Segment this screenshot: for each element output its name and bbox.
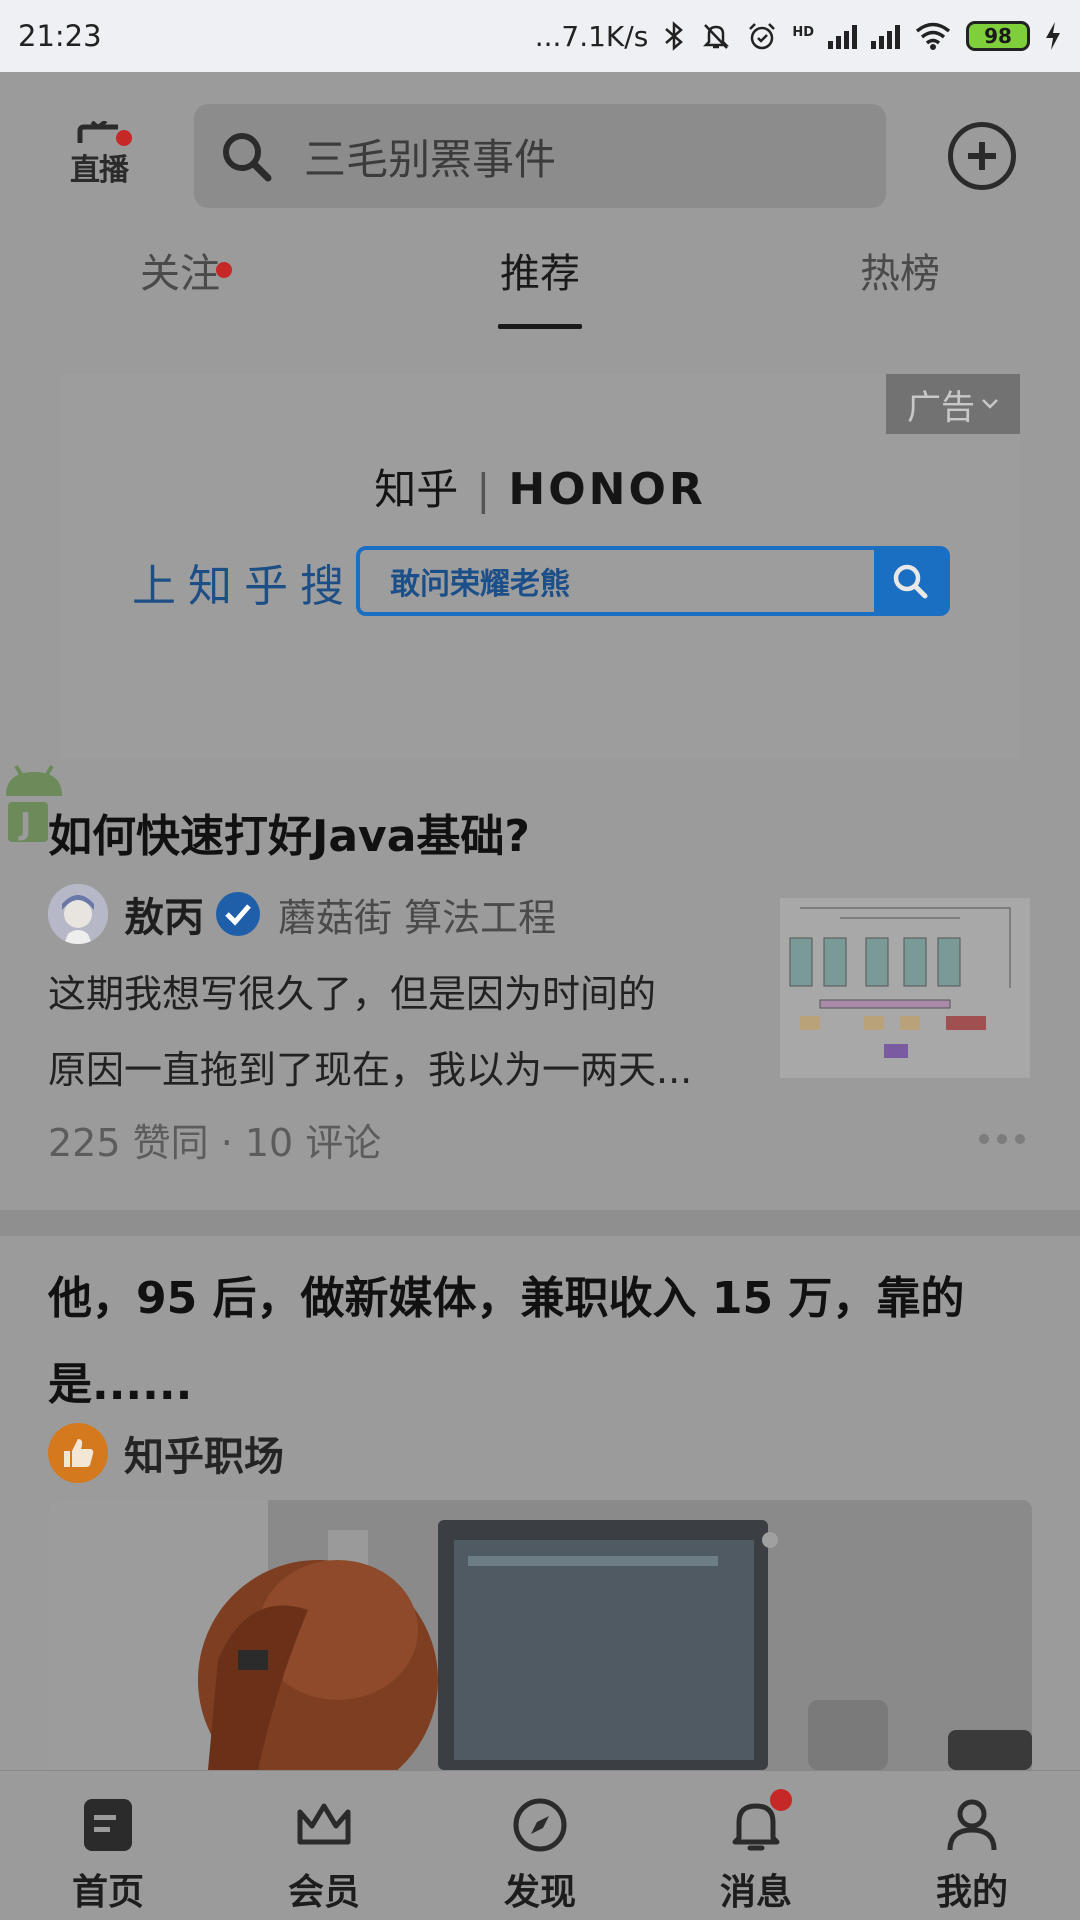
battery-level: 98 — [984, 24, 1012, 48]
dot — [979, 1134, 989, 1144]
author-row[interactable]: 敖丙 蘑菇街 算法工程 — [48, 884, 556, 944]
active-tab-indicator — [498, 324, 582, 329]
nav-label: 发现 — [503, 1872, 576, 1913]
search-icon — [194, 104, 298, 208]
search-icon — [893, 564, 928, 599]
nav-label: 会员 — [287, 1872, 360, 1913]
article-title[interactable]: 他，95 后，做新媒体，兼职收入 15 万，靠的是...... — [48, 1256, 1032, 1428]
ad-badge[interactable]: 广告 — [886, 374, 1020, 434]
bell-icon — [726, 1789, 792, 1855]
nav-profile[interactable]: 我的 — [864, 1771, 1080, 1920]
ad-search-query: 敢问荣耀老熊 — [390, 567, 570, 602]
nav-vip[interactable]: 会员 — [216, 1771, 432, 1920]
ad-brand-right: HONOR — [508, 464, 706, 515]
author-name[interactable]: 敖丙 — [124, 885, 204, 943]
signal-icon — [828, 23, 857, 49]
brand-separator: | — [476, 465, 491, 514]
wifi-icon — [915, 22, 951, 50]
compass-icon — [510, 1795, 570, 1855]
net-speed: ...7.1K/s — [534, 19, 649, 53]
status-bar: 21:23 ...7.1K/s HD 98 — [0, 0, 1080, 72]
tab-recommend[interactable]: 推荐 — [360, 210, 720, 330]
ad-search-label: 上知乎搜 — [132, 561, 356, 612]
messages-notification-dot — [770, 1789, 792, 1811]
search-input[interactable]: 三毛别罴事件 — [304, 126, 556, 187]
article-stats: 225 赞同 · 10 评论 — [48, 1121, 382, 1165]
ad-card[interactable]: 广告 知乎 | HONOR 上知乎搜 敢问荣耀老熊 — [60, 374, 1020, 758]
ad-badge-label: 广告 — [907, 387, 975, 428]
signal-icon — [871, 23, 900, 49]
live-label: 直播 — [70, 153, 129, 188]
excerpt-line: 这期我想写很久了，但是因为时间的 — [48, 972, 657, 1016]
nav-discover[interactable]: 发现 — [432, 1771, 648, 1920]
tab-label: 关注 — [140, 251, 220, 297]
mute-icon — [703, 24, 730, 49]
tab-trending[interactable]: 热榜 — [720, 210, 1080, 330]
author-description: 蘑菇街 算法工程 — [278, 895, 557, 940]
alarm-icon — [749, 23, 776, 50]
battery-icon: 98 — [966, 21, 1030, 51]
chevron-down-icon — [982, 399, 998, 409]
dot — [997, 1134, 1007, 1144]
profile-icon — [942, 1795, 1002, 1855]
author-row[interactable]: 知乎职场 — [48, 1422, 284, 1484]
nav-label: 我的 — [935, 1872, 1008, 1913]
home-icon — [78, 1795, 138, 1855]
article-title[interactable]: 如何快速打好Java基础? — [48, 800, 530, 864]
add-button[interactable] — [948, 122, 1016, 190]
crown-icon — [294, 1795, 354, 1855]
author-name[interactable]: 知乎职场 — [124, 1424, 284, 1482]
ad-brand-logo: 知乎 | HONOR — [60, 456, 1020, 517]
feed-tabs: 关注 推荐 热榜 — [0, 210, 1080, 330]
avatar[interactable] — [48, 884, 108, 944]
dot — [1015, 1134, 1025, 1144]
tab-follow[interactable]: 关注 — [0, 210, 360, 330]
ad-search-box[interactable]: 敢问荣耀老熊 — [356, 546, 950, 616]
nav-home[interactable]: 首页 — [0, 1771, 216, 1920]
ad-search-button[interactable] — [874, 550, 946, 612]
more-options-button[interactable] — [972, 1114, 1032, 1164]
tv-icon — [77, 121, 118, 143]
ad-brand-left: 知乎 — [374, 465, 459, 514]
verified-icon — [216, 892, 260, 936]
tab-label: 推荐 — [500, 251, 580, 297]
bottom-navigation: 首页 会员 发现 消息 我的 — [0, 1770, 1080, 1920]
article-image[interactable] — [48, 1500, 1032, 1770]
thumbs-up-icon[interactable] — [48, 1423, 108, 1483]
bluetooth-icon — [665, 21, 684, 51]
hd-label: HD — [792, 24, 814, 40]
excerpt-line: 原因一直拖到了现在，我以为一两天... — [48, 1048, 693, 1092]
nav-messages[interactable]: 消息 — [648, 1771, 864, 1920]
tab-label: 热榜 — [860, 251, 940, 297]
article-excerpt[interactable]: 这期我想写很久了，但是因为时间的 原因一直拖到了现在，我以为一两天... — [48, 956, 760, 1108]
live-notification-dot — [116, 130, 132, 146]
status-time: 21:23 — [18, 19, 102, 53]
live-button[interactable]: 直播 — [56, 112, 142, 198]
feed-divider — [0, 1210, 1080, 1236]
svg-text:J: J — [18, 807, 31, 842]
nav-label: 首页 — [71, 1872, 144, 1913]
search-bar[interactable]: 三毛别罴事件 — [194, 104, 886, 208]
charging-icon — [1046, 22, 1060, 50]
article-thumbnail[interactable] — [780, 898, 1030, 1078]
nav-label: 消息 — [719, 1872, 792, 1913]
follow-notification-dot — [216, 262, 232, 278]
